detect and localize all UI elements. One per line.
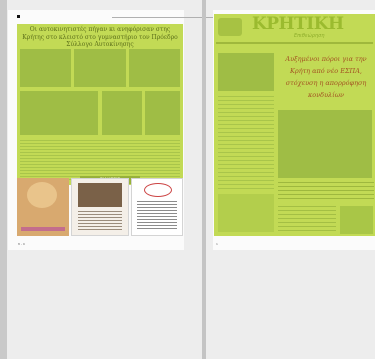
article-text [20,140,180,180]
ad-text [78,211,122,231]
article-text [278,206,336,234]
article-photo [218,53,274,91]
ad-text [137,201,177,229]
masthead-rule [216,42,373,44]
advertisement-beauty [17,178,69,236]
masthead-logo [218,18,242,36]
advertisement-shop [71,178,129,236]
article-photo [74,49,126,87]
ad-image [78,183,122,207]
article-photo [20,49,71,87]
left-page-number: 8 - 9 [18,242,25,246]
advertisement-business [131,178,183,236]
main-photo [278,110,372,178]
left-page-headline: Οι αυτοκινητιστές πήγαν κι ανηφόρισαν στ… [22,26,178,48]
ad-caption [21,227,65,231]
left-page-highlight-region[interactable]: Οι αυτοκινητιστές πήγαν κι ανηφόρισαν στ… [17,24,183,185]
article-photo [102,91,142,135]
article-photo [20,91,98,135]
article-photo [129,49,180,87]
front-page-headline: Αυξημένοι πόροι για την Κρήτη από νέο ΕΣ… [285,55,367,99]
right-page-number: 1 [216,242,218,246]
masthead-title: ΚΡΗΤΙΚΗ [252,14,344,34]
advertisement [340,206,373,234]
ad-logo [144,183,172,197]
side-box [218,194,274,232]
ad-model-image [27,182,57,208]
article-photo [145,91,180,135]
right-page-highlight-region[interactable]: ΚΡΗΤΙΚΗ Επιθεώρηση Αυξημένοι πόροι για τ… [214,14,375,236]
header-mark [17,15,20,18]
article-text [218,96,274,190]
masthead-subtitle: Επιθεώρηση [294,33,325,39]
scrollbar-left[interactable] [0,0,7,359]
page-divider [202,0,206,359]
photo-caption [278,182,374,200]
